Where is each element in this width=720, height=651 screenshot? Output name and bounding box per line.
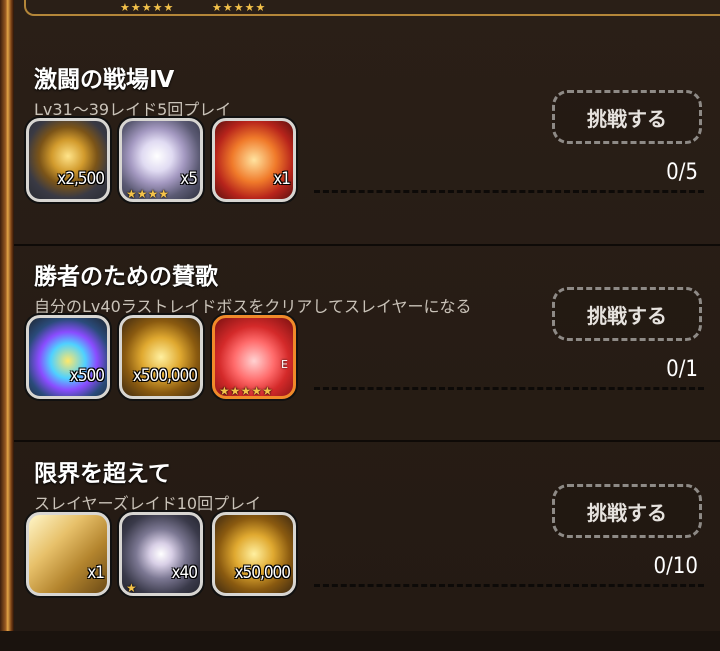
element-mark: E (281, 358, 288, 371)
section-separator (14, 244, 720, 246)
reward-items: x500 x500,000 E ★★★★★ (26, 315, 316, 403)
rarity-stars: ★★★★★ (120, 1, 175, 14)
mission-progress: 0/10 (653, 554, 698, 579)
mission-title: 激闘の戦場Ⅳ (34, 67, 175, 93)
reward-quantity: x50,000 (234, 563, 291, 583)
reward-quantity: x500,000 (132, 366, 198, 386)
rainbow-gem-icon[interactable]: x500 (26, 315, 110, 399)
mission-progress: 0/1 (666, 357, 698, 382)
reward-quantity: x5 (180, 169, 198, 189)
rarity-stars: ★ (126, 581, 137, 595)
challenge-button[interactable]: 挑戦する (552, 90, 702, 144)
gold-coins-icon[interactable]: x50,000 (212, 512, 296, 596)
reward-quantity: x40 (171, 563, 197, 583)
gold-coins-icon[interactable]: x500,000 (119, 315, 203, 399)
mission-row: 勝者のための賛歌 自分のLv40ラストレイドボスをクリアしてスレイヤーになる x… (14, 257, 720, 454)
mission-title: 勝者のための賛歌 (34, 264, 218, 290)
mission-description: スレイヤーズレイド10回プレイ (34, 494, 262, 513)
reward-items: x2,500 x5 ★★★★ x1 (26, 118, 316, 206)
fire-crest-icon[interactable]: E ★★★★★ (212, 315, 296, 399)
row-divider (314, 190, 704, 193)
challenge-button[interactable]: 挑戦する (552, 287, 702, 341)
ticket-icon[interactable]: x1 (212, 118, 296, 202)
section-separator (14, 440, 720, 442)
row-divider (314, 584, 704, 587)
challenge-button[interactable]: 挑戦する (552, 484, 702, 538)
reward-quantity: x2,500 (57, 169, 105, 189)
gold-card-icon[interactable]: x1 (26, 512, 110, 596)
medal-icon[interactable]: x2,500 (26, 118, 110, 202)
mission-progress: 0/5 (666, 160, 698, 185)
rarity-stars: ★★★★★ (219, 384, 273, 398)
left-frame-border (0, 0, 14, 631)
rarity-stars: ★★★★ (126, 187, 170, 201)
reward-quantity: x500 (69, 366, 105, 386)
mission-description: Lv31〜39レイド5回プレイ (34, 100, 232, 119)
mission-row: 限界を超えて スレイヤーズレイド10回プレイ x1 x40 ★ x50,000 … (14, 454, 720, 651)
rarity-stars: ★★★★★ (212, 1, 267, 14)
reward-quantity: x1 (273, 169, 291, 189)
mission-description: 自分のLv40ラストレイドボスをクリアしてスレイヤーになる (34, 297, 472, 316)
reward-quantity: x1 (87, 563, 105, 583)
mission-title: 限界を超えて (34, 461, 171, 487)
row-divider (314, 387, 704, 390)
crystal-orb-icon[interactable]: x40 ★ (119, 512, 203, 596)
mission-row: 激闘の戦場Ⅳ Lv31〜39レイド5回プレイ x2,500 x5 ★★★★ x1… (14, 60, 720, 257)
diamond-icon[interactable]: x5 ★★★★ (119, 118, 203, 202)
reward-items: x1 x40 ★ x50,000 (26, 512, 316, 600)
